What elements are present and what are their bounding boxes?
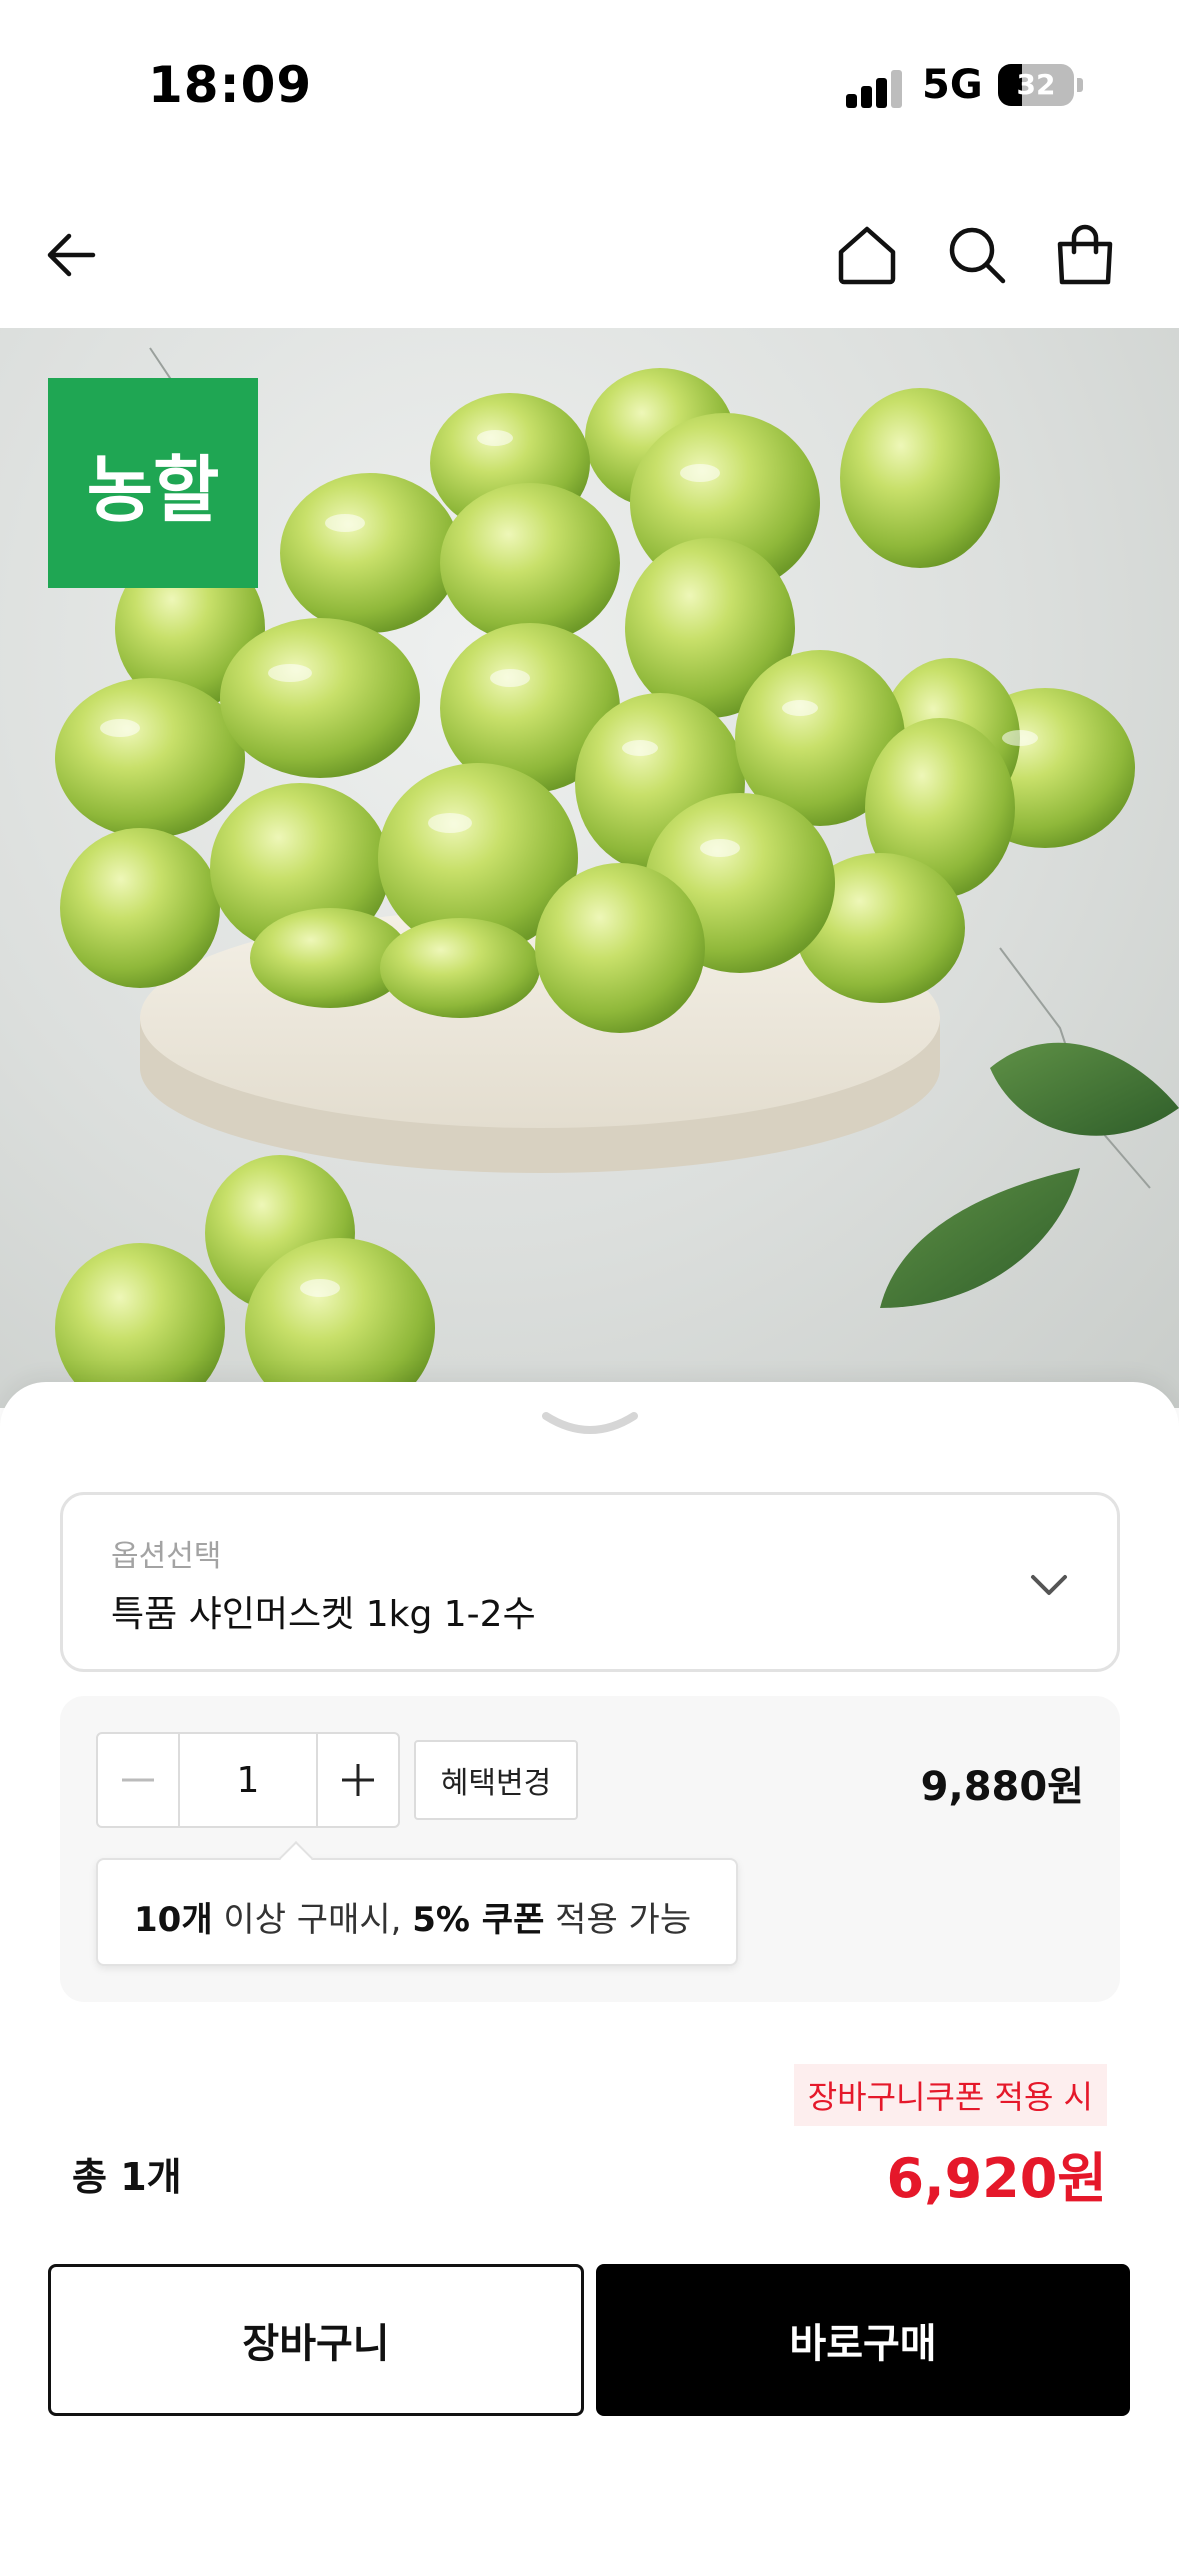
status-bar: 18:09 5G 32 [0,0,1179,170]
battery-tip [1077,78,1083,92]
home-button[interactable] [822,210,912,300]
tooltip-coupon: 5% 쿠폰 [412,1900,545,1940]
search-icon [949,227,1006,284]
chevron-down-icon [1031,1575,1067,1595]
network-type: 5G [922,62,983,108]
quantity-value[interactable]: 1 [178,1734,318,1826]
total-price: 6,920원 [886,2147,1108,2210]
change-benefit-button[interactable]: 혜택변경 [414,1740,578,1820]
quantity-stepper: 1 [96,1732,400,1828]
cellular-signal-icon [846,68,906,108]
total-count-label: 총 1개 [72,2155,182,2199]
home-icon [838,226,896,285]
minus-icon [122,1778,154,1782]
battery-icon: 32 [998,64,1074,106]
back-button[interactable] [26,210,116,300]
bulk-coupon-text: 10개 이상 구매시, 5% 쿠폰 적용 가능 [134,1892,691,1941]
plus-icon [342,1764,374,1796]
selected-item-panel: 1 혜택변경 9,880원 10개 이상 구매시, 5% 쿠폰 적용 가능 [60,1696,1120,2002]
tooltip-mid: 이상 구매시, [212,1900,413,1940]
option-select-dropdown[interactable]: 옵션선택 특품 샤인머스켓 1kg 1-2수 [60,1492,1120,1672]
brand-badge: 농할 [48,378,258,588]
tooltip-count: 10개 [134,1900,213,1940]
top-navigation [0,190,1179,320]
item-price: 9,880원 [920,1764,1084,1810]
shopping-bag-icon [1057,224,1113,285]
tooltip-end: 적용 가능 [544,1900,692,1940]
status-time: 18:09 [148,56,313,114]
shopping-bag-button[interactable] [1040,210,1130,300]
add-to-cart-button[interactable]: 장바구니 [48,2264,584,2416]
buy-now-button[interactable]: 바로구매 [596,2264,1130,2416]
increase-quantity-button[interactable] [318,1734,398,1826]
option-selected-value: 특품 샤인머스켓 1kg 1-2수 [111,1594,536,1635]
bulk-coupon-tooltip: 10개 이상 구매시, 5% 쿠폰 적용 가능 [96,1858,738,1966]
search-button[interactable] [932,210,1022,300]
purchase-bottom-sheet: 옵션선택 특품 샤인머스켓 1kg 1-2수 1 혜택변경 9,880원 10개… [0,1382,1179,2556]
chevron-down-icon [542,1412,638,1434]
battery-level: 32 [1016,68,1056,101]
option-select-label: 옵션선택 [111,1539,222,1574]
back-arrow-icon [47,233,96,277]
decrease-quantity-button[interactable] [98,1734,178,1826]
cart-coupon-tag: 장바구니쿠폰 적용 시 [793,2064,1107,2126]
sheet-collapse-handle[interactable] [540,1408,640,1444]
